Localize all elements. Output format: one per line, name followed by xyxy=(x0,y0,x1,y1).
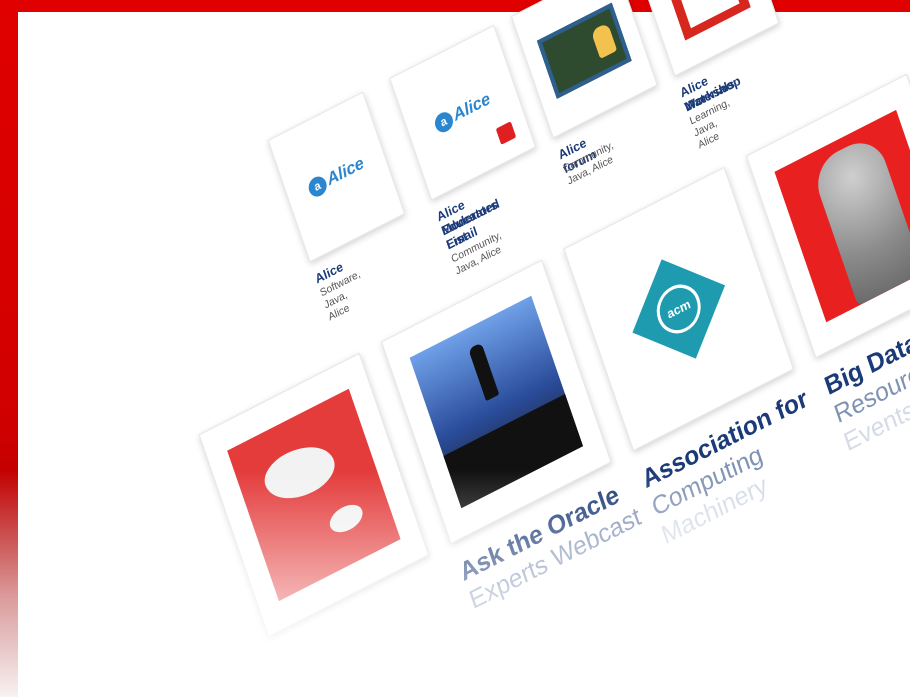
mail-icon xyxy=(495,121,517,145)
tile-alice-workshop-card[interactable] xyxy=(632,0,780,77)
big-data-figure-icon xyxy=(809,132,910,307)
alice-forum-thumbnail xyxy=(536,2,632,99)
acm-logo-ring: acm xyxy=(650,276,707,342)
workshop-booklet-icon xyxy=(680,0,740,29)
tile-alice-forum-card[interactable] xyxy=(510,0,658,139)
acm-logo-icon: acm xyxy=(632,259,726,359)
big-data-thumbnail xyxy=(774,109,910,323)
ask-oracle-thumbnail xyxy=(409,295,584,509)
continent-asia-icon xyxy=(259,433,340,512)
tile-alice-educators-card[interactable]: a Alice xyxy=(389,24,537,201)
tile-alice-card[interactable]: a Alice xyxy=(267,91,406,263)
tile-stage: a Alice Alice Software, Java, Alice a Al… xyxy=(0,0,910,697)
tile-grid: a Alice Alice Software, Java, Alice a Al… xyxy=(198,0,910,638)
crowd-silhouette-icon xyxy=(443,394,584,509)
alice-workshop-thumbnail xyxy=(661,0,751,41)
world-map-thumbnail xyxy=(227,388,401,602)
alice-logo-text: Alice xyxy=(324,154,367,190)
acm-logo-text: acm xyxy=(665,296,693,322)
alice-educators-logo: a Alice xyxy=(432,90,493,136)
tile-world-map-card[interactable] xyxy=(198,352,430,638)
continent-australia-icon xyxy=(326,499,366,538)
alice-educators-logo-text: Alice xyxy=(451,89,493,126)
alice-logo: a Alice xyxy=(306,154,367,200)
forum-character-icon xyxy=(590,22,618,60)
promo-slide: a Alice Alice Software, Java, Alice a Al… xyxy=(0,0,910,697)
person-silhouette-icon xyxy=(468,342,500,402)
